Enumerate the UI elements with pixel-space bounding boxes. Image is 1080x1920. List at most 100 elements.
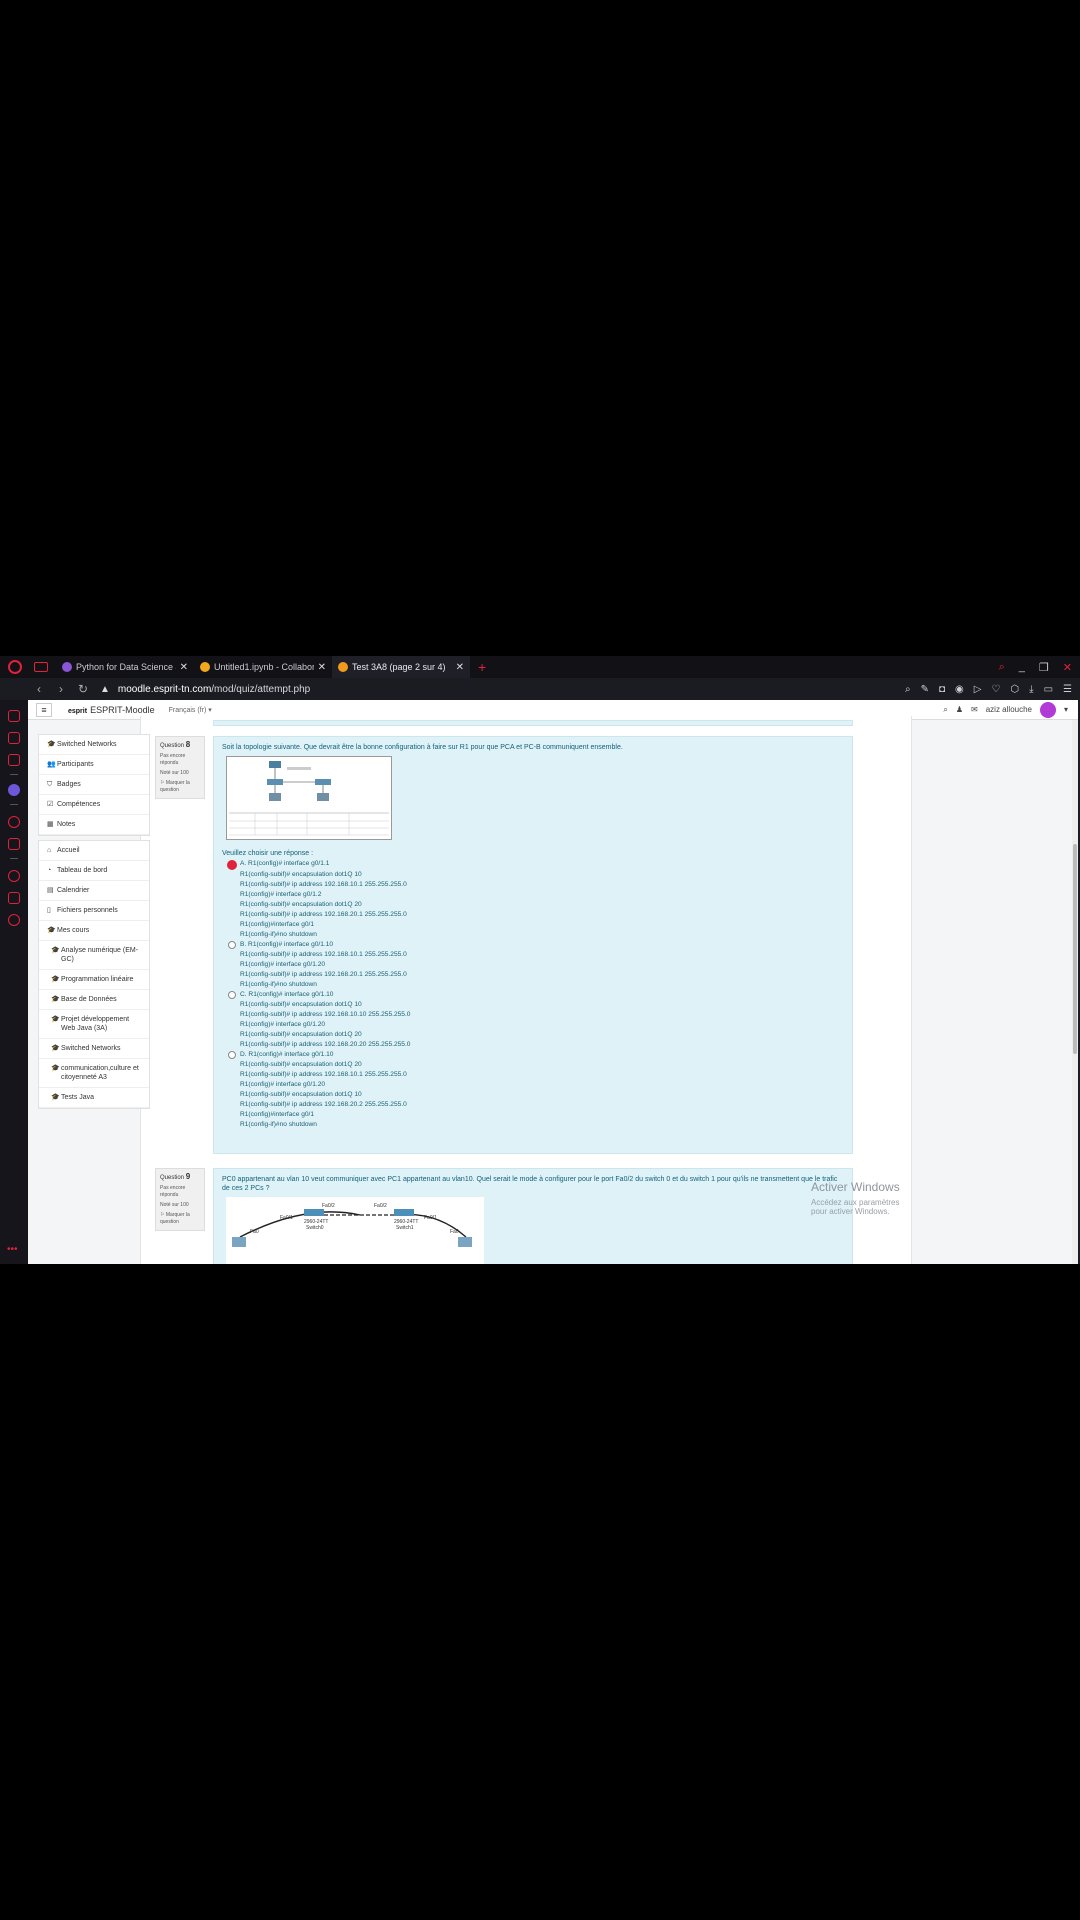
divider xyxy=(10,804,18,805)
site-brand[interactable]: esprit ESPRIT-Moodle xyxy=(68,705,155,715)
drawer-item-label: Accueil xyxy=(57,847,80,854)
url-path: /mod/quiz/attempt.php xyxy=(211,683,311,695)
drawer-item-notes[interactable]: ▦ Notes xyxy=(39,815,149,835)
topology-image xyxy=(226,756,392,840)
reload-icon[interactable]: ↻ xyxy=(72,682,94,696)
answer-option-c[interactable]: C. R1(config)# interface g0/1.10 R1(conf… xyxy=(214,990,852,1050)
radio-button-d[interactable] xyxy=(228,1051,236,1059)
language-selector[interactable]: Français (fr) ▾ xyxy=(169,706,212,714)
workspaces-icon[interactable] xyxy=(34,662,48,672)
drawer-course-communication[interactable]: 🎓 communication,culture et citoyenneté A3 xyxy=(39,1059,149,1088)
flag-question-button[interactable]: ⚐ Marquer la question xyxy=(160,780,200,794)
camera-icon[interactable]: ◘ xyxy=(939,684,945,695)
edit-icon[interactable]: ✎ xyxy=(921,684,929,695)
drawer-item-participants[interactable]: 👥 Participants xyxy=(39,755,149,775)
messenger-icon[interactable] xyxy=(8,784,20,796)
answer-option-b[interactable]: B. R1(config)# interface g0/1.10 R1(conf… xyxy=(214,940,852,990)
cube-icon[interactable] xyxy=(8,892,20,904)
more-icon[interactable]: ••• xyxy=(7,1244,18,1255)
drawer-item-accueil[interactable]: ⌂ Accueil xyxy=(39,841,149,861)
scrollbar-thumb[interactable] xyxy=(1073,844,1077,1054)
drawer-course-switched-networks[interactable]: 🎓 Switched Networks xyxy=(39,1039,149,1059)
graduation-cap-icon: 🎓 xyxy=(51,996,60,1003)
esprit-logo: esprit xyxy=(68,707,88,715)
forward-icon[interactable]: › xyxy=(50,682,72,696)
notifications-icon[interactable]: ♟ xyxy=(956,705,963,714)
tab-search-icon[interactable]: ⌕ xyxy=(999,661,1005,674)
activation-watermark-title: Activer Windows xyxy=(811,1180,900,1194)
answer-option-d[interactable]: D. R1(config)# interface g0/1.10 R1(conf… xyxy=(214,1050,852,1130)
search-page-icon[interactable]: ⌕ xyxy=(905,684,911,695)
vlan-diagram-image: Fa0/2 Fa0/2 Fa0/1 Fa0/1 2960-24TT 2960-2… xyxy=(226,1197,484,1264)
drawer-item-badges[interactable]: ⛉ Badges xyxy=(39,775,149,795)
search-icon[interactable]: ⌕ xyxy=(943,705,947,715)
calendar-icon: ▤ xyxy=(47,887,54,894)
vpn-icon[interactable]: ◉ xyxy=(955,684,964,695)
drawer-item-calendrier[interactable]: ▤ Calendrier xyxy=(39,881,149,901)
drawer-item-switched-networks[interactable]: 🎓 Switched Networks xyxy=(39,735,149,755)
minimize-icon[interactable]: _ xyxy=(1019,661,1025,673)
player-icon[interactable]: ▷ xyxy=(974,684,982,695)
restore-icon[interactable]: ❐ xyxy=(1039,661,1049,674)
tab-colab-notebook[interactable]: Untitled1.ipynb - Collabor ✕ xyxy=(194,656,332,678)
drawer-item-label: Programmation linéaire xyxy=(61,976,134,983)
answer-line: R1(config-subif)# ip address 192.168.20.… xyxy=(240,1101,407,1108)
shopping-icon[interactable] xyxy=(8,732,20,744)
question-label: Question xyxy=(160,1175,185,1181)
radio-button-c[interactable] xyxy=(228,991,236,999)
download-icon[interactable]: ⤓ xyxy=(1029,684,1033,695)
answer-option-a[interactable]: A. R1(config)# interface g0/1.1 R1(confi… xyxy=(214,859,852,940)
drawer-item-fichiers-personnels[interactable]: ▯ Fichiers personnels xyxy=(39,901,149,921)
drawer-course-programmation-lineaire[interactable]: 🎓 Programmation linéaire xyxy=(39,970,149,990)
page-scrollbar[interactable] xyxy=(1072,720,1078,1264)
radio-button-b[interactable] xyxy=(228,941,236,949)
tab-python-data-science[interactable]: Python for Data Science & ✕ xyxy=(56,656,194,678)
clock-icon[interactable] xyxy=(8,870,20,882)
flag-question-button[interactable]: ⚐ Marquer la question xyxy=(160,1212,200,1226)
graduation-cap-icon: 🎓 xyxy=(51,1094,60,1101)
chevron-down-icon[interactable]: ▾ xyxy=(1064,705,1068,714)
close-icon[interactable]: ✕ xyxy=(456,662,464,673)
back-icon[interactable]: ‹ xyxy=(28,682,50,696)
answer-line: R1(config-subif)# ip address 192.168.20.… xyxy=(240,1041,411,1048)
gear-icon[interactable] xyxy=(8,914,20,926)
drawer-item-tableau-de-bord[interactable]: ◔ Tableau de bord xyxy=(39,861,149,881)
player-sidebar-icon[interactable] xyxy=(8,838,20,850)
divider xyxy=(10,774,18,775)
history-icon[interactable] xyxy=(8,816,20,828)
site-nav-group: ⌂ Accueil ◔ Tableau de bord ▤ Calendrier ▯ F… xyxy=(38,840,150,1109)
warning-icon[interactable]: ▲ xyxy=(100,684,110,695)
drawer-item-competences[interactable]: ☑ Compétences xyxy=(39,795,149,815)
extensions-icon[interactable]: ⬡ xyxy=(1010,684,1019,695)
drawer-course-analyse-numerique[interactable]: 🎓 Analyse numérique (EM-GC) xyxy=(39,941,149,970)
user-name[interactable]: aziz allouche xyxy=(986,705,1032,714)
drawer-item-mes-cours[interactable]: 🎓 Mes cours xyxy=(39,921,149,941)
news-icon[interactable] xyxy=(8,754,20,766)
heart-icon[interactable]: ♡ xyxy=(991,684,1000,695)
address-bar: ‹ › ↻ ▲ moodle.esprit-tn.com/mod/quiz/at… xyxy=(28,678,1080,700)
question-info-9: Question 9 Pas encore répondu Noté sur 1… xyxy=(155,1168,205,1231)
url-field[interactable]: moodle.esprit-tn.com/mod/quiz/attempt.ph… xyxy=(118,684,310,695)
opera-logo-icon[interactable] xyxy=(8,660,22,674)
drawer-item-label: communication,culture et citoyenneté A3 xyxy=(61,1065,139,1081)
avatar[interactable] xyxy=(1039,701,1056,718)
drawer-course-base-de-donnees[interactable]: 🎓 Base de Données xyxy=(39,990,149,1010)
diagram-label: Fa0/1 xyxy=(280,1215,293,1221)
answer-line: R1(config-subif)# encapsulation dot1Q 20 xyxy=(240,1061,362,1068)
site-name: ESPRIT-Moodle xyxy=(90,704,155,715)
url-host: moodle.esprit-tn.com xyxy=(117,683,212,695)
speed-dial-icon[interactable] xyxy=(8,710,20,722)
settings-icon[interactable]: ☰ xyxy=(1063,684,1072,695)
drawer-course-tests-java[interactable]: 🎓 Tests Java xyxy=(39,1088,149,1108)
radio-button-a[interactable] xyxy=(227,860,237,870)
question-info-8: Question 8 Pas encore répondu Noté sur 1… xyxy=(155,736,205,799)
close-icon[interactable]: ✕ xyxy=(180,662,188,673)
menu-toggle-button[interactable]: ≡ xyxy=(36,702,52,717)
tab-quiz-test[interactable]: Test 3A8 (page 2 sur 4) ✕ xyxy=(332,656,470,678)
messages-icon[interactable]: ✉ xyxy=(971,705,978,714)
battery-icon[interactable]: ▭ xyxy=(1044,684,1053,695)
close-window-icon[interactable]: ✕ xyxy=(1063,661,1072,674)
drawer-course-projet-web-java[interactable]: 🎓 Projet développement Web Java (3A) xyxy=(39,1010,149,1039)
new-tab-button[interactable]: + xyxy=(478,659,486,675)
close-icon[interactable]: ✕ xyxy=(318,662,326,673)
